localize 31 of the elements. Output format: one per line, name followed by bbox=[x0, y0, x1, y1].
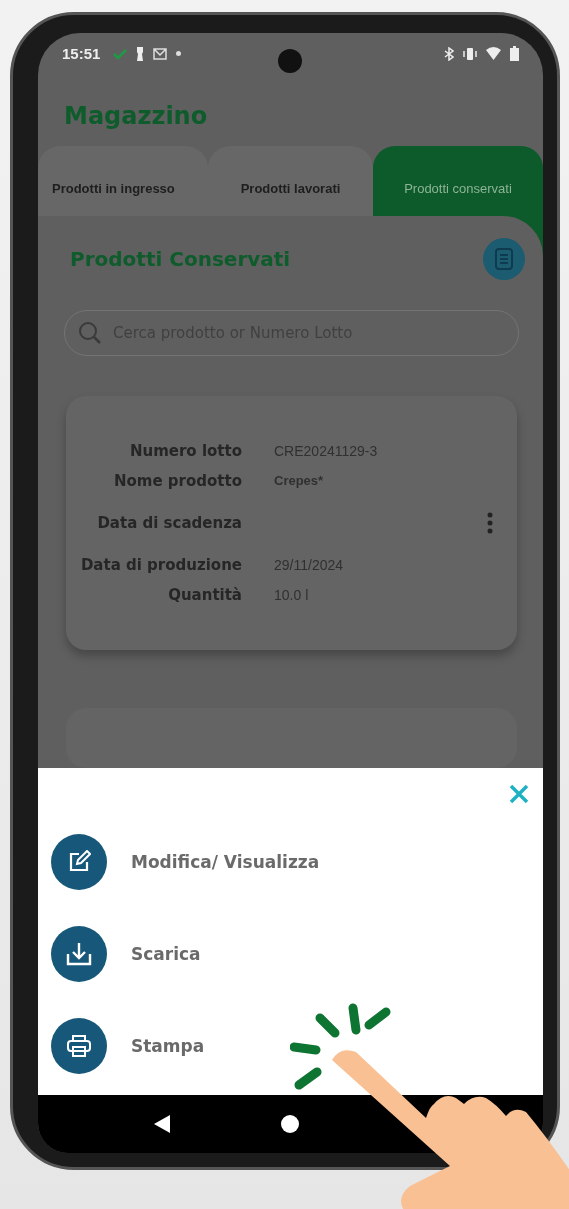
check-icon bbox=[113, 47, 128, 60]
field-label: Data di scadenza bbox=[96, 513, 242, 534]
edit-icon[interactable] bbox=[51, 834, 107, 890]
home-icon[interactable] bbox=[281, 1115, 300, 1133]
field-label: Quantità bbox=[167, 585, 242, 606]
battery-icon bbox=[510, 46, 519, 61]
field-label: Data di produzione bbox=[79, 555, 242, 576]
download-icon[interactable] bbox=[51, 926, 107, 982]
front-camera bbox=[278, 49, 302, 73]
vibrate-icon bbox=[463, 46, 477, 61]
close-icon[interactable] bbox=[509, 784, 529, 804]
mail-icon bbox=[153, 47, 168, 60]
action-item[interactable]: Modifica/ Visualizza bbox=[131, 852, 320, 872]
action-item[interactable]: Stampa bbox=[131, 1036, 205, 1056]
field-label: Nome prodotto bbox=[113, 471, 242, 492]
dot-icon bbox=[176, 51, 182, 56]
tab[interactable]: Prodotti lavorati bbox=[208, 146, 373, 216]
tab[interactable]: Prodotti in ingresso bbox=[38, 146, 208, 216]
keyhole-icon bbox=[136, 46, 145, 61]
status-time: 15:51 bbox=[62, 45, 101, 62]
back-icon[interactable] bbox=[153, 1114, 172, 1134]
wifi-icon bbox=[486, 47, 501, 60]
field-label: Numero lotto bbox=[128, 441, 242, 462]
section-title: Prodotti Conservati bbox=[70, 247, 291, 271]
tab[interactable]: Prodotti conservati bbox=[373, 146, 543, 216]
printer-icon[interactable] bbox=[51, 1018, 107, 1074]
bluetooth-icon bbox=[444, 46, 454, 61]
search-icon bbox=[78, 321, 102, 345]
app-title: Magazzino bbox=[64, 102, 209, 132]
action-item[interactable]: Scarica bbox=[131, 944, 201, 964]
more-options-icon[interactable] bbox=[487, 512, 493, 534]
